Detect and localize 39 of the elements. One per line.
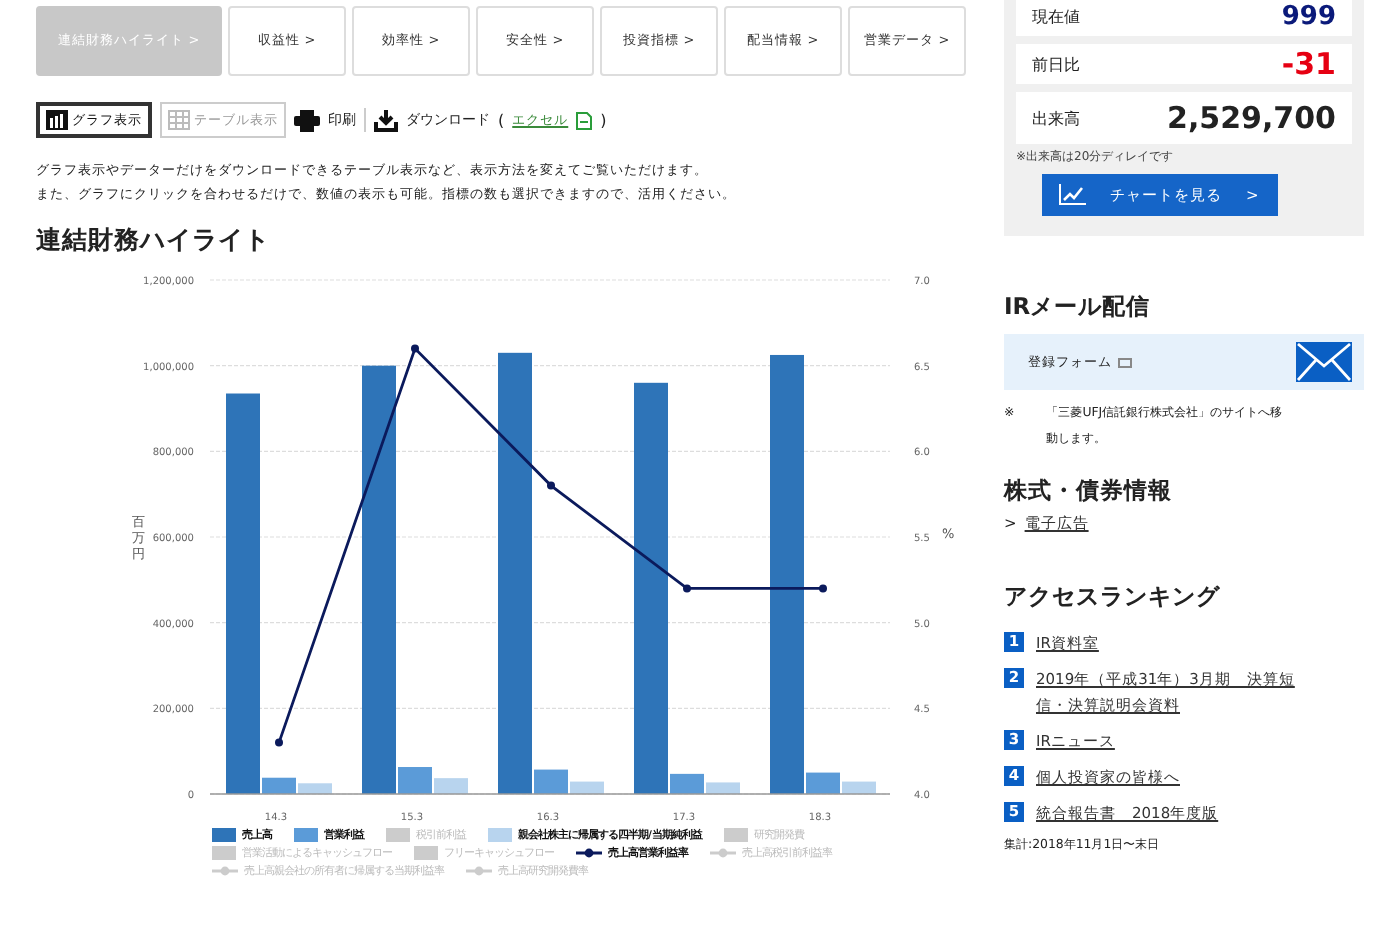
chart-bar[interactable] xyxy=(298,783,332,794)
window-icon xyxy=(1118,357,1132,367)
section-title: アクセスランキング xyxy=(1004,582,1222,612)
legend-swatch-icon xyxy=(212,846,236,860)
chart-point[interactable] xyxy=(819,584,827,593)
legend-line-icon xyxy=(710,846,736,860)
stock-value: 2,529,700 xyxy=(1167,100,1336,136)
chart-point[interactable] xyxy=(547,481,555,490)
chart-point[interactable] xyxy=(411,344,419,353)
chart-bar[interactable] xyxy=(534,769,568,794)
bar-chart-icon xyxy=(46,110,68,130)
paren-text: ) xyxy=(600,111,607,129)
section-title: IRメール配信 xyxy=(1004,292,1153,322)
chart-point[interactable] xyxy=(275,738,283,747)
legend-line-icon xyxy=(212,864,238,878)
stock-value: -31 xyxy=(1281,46,1336,82)
section-title: 株式・債券情報 xyxy=(1004,476,1174,506)
stock-value: 999 xyxy=(1281,1,1336,31)
legend-swatch-icon xyxy=(386,828,410,842)
paren-text: ( xyxy=(498,111,505,129)
chart-point[interactable] xyxy=(683,584,691,593)
envelope-icon xyxy=(1296,342,1352,382)
chart-bar[interactable] xyxy=(670,773,704,794)
section-title: 連結財務ハイライト xyxy=(36,224,272,258)
printer-icon xyxy=(294,109,320,131)
download-icon xyxy=(374,109,398,131)
grid-table-icon xyxy=(168,110,190,130)
legend-line-icon xyxy=(466,864,492,878)
chart-bar[interactable] xyxy=(706,782,740,794)
line-chart-icon xyxy=(1058,184,1086,206)
chart-bar[interactable] xyxy=(362,365,396,794)
chart-bar[interactable] xyxy=(806,772,840,794)
chart-bar[interactable] xyxy=(434,778,468,794)
legend-swatch-icon xyxy=(723,828,748,842)
spreadsheet-icon xyxy=(576,111,593,129)
stock-label: 前日比 xyxy=(1032,53,1080,75)
stock-label: 出来高 xyxy=(1032,107,1080,129)
stock-label: 現在値 xyxy=(1032,5,1080,27)
legend-swatch-icon xyxy=(414,846,438,860)
